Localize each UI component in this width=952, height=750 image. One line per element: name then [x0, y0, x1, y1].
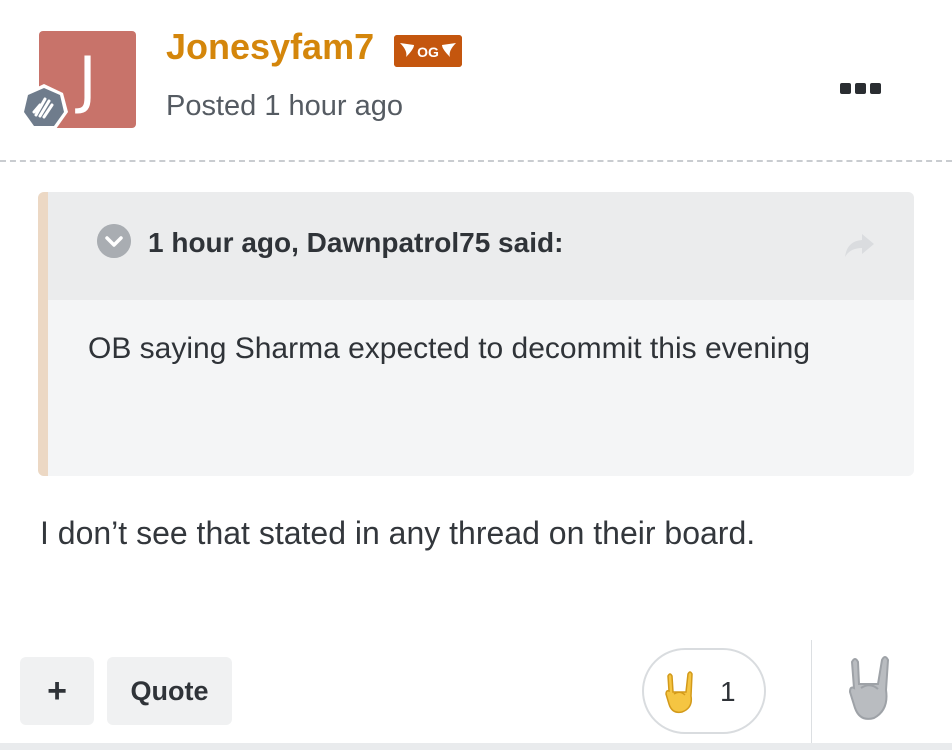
quote-button[interactable]: Quote [107, 657, 232, 725]
rock-on-hand-icon [665, 671, 693, 714]
reaction-summary[interactable]: 1 [642, 648, 766, 734]
more-options-icon[interactable] [840, 80, 888, 96]
post-timestamp[interactable]: Posted 1 hour ago [166, 90, 403, 123]
share-arrow-icon[interactable] [842, 230, 876, 260]
chevron-down-icon[interactable] [97, 224, 131, 258]
reaction-count: 1 [720, 676, 736, 707]
og-badge-text: OG [417, 44, 439, 60]
footer-border [0, 743, 952, 750]
multiquote-button[interactable]: + [20, 657, 94, 725]
quote-accent-bar [38, 192, 48, 476]
quote-author: 1 hour ago, Dawnpatrol75 said: [148, 227, 564, 258]
username-link[interactable]: Jonesyfam7 [166, 26, 374, 68]
reaction-divider [811, 640, 812, 745]
hand-wave-badge-icon [20, 84, 68, 129]
header-divider [0, 160, 952, 162]
quote-block: 1 hour ago, Dawnpatrol75 said: OB saying… [38, 192, 914, 476]
quote-text: OB saying Sharma expected to decommit th… [88, 332, 811, 365]
post-body: I don’t see that stated in any thread on… [40, 515, 756, 551]
quote-header[interactable]: 1 hour ago, Dawnpatrol75 said: [48, 192, 914, 300]
og-badge-icon: OG [394, 35, 462, 67]
react-button-icon[interactable] [842, 654, 898, 724]
